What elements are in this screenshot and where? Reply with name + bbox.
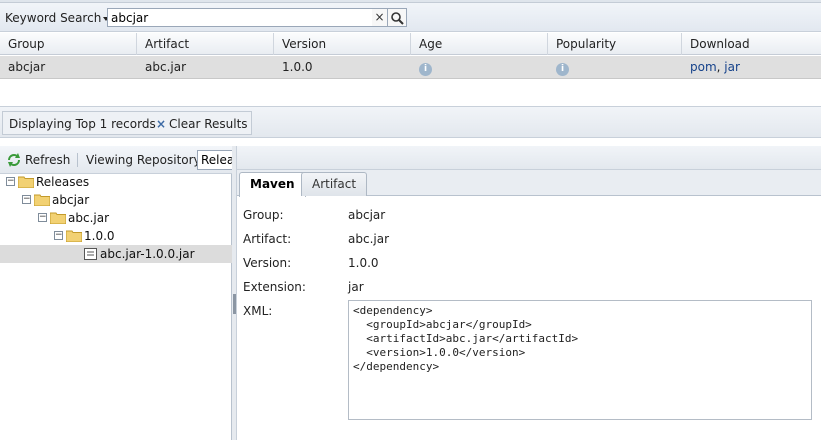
tree-node-label: abc.jar-1.0.0.jar [100,247,195,261]
cell-age: i [411,56,432,79]
info-icon[interactable]: i [419,63,432,76]
version-label: Version: [243,256,292,270]
table-row[interactable]: abcjar abc.jar 1.0.0 i i pom, jar [0,56,821,79]
close-icon: × [374,10,385,24]
detail-panel-header [237,146,821,170]
version-value: 1.0.0 [348,256,379,270]
tab-maven[interactable]: Maven [239,172,306,197]
column-header-popularity[interactable]: Popularity [548,33,682,55]
column-header-artifact[interactable]: Artifact [137,33,274,55]
column-header-group[interactable]: Group [0,33,137,55]
collapse-icon[interactable]: − [38,213,47,222]
tree-node-releases[interactable]: − Releases [0,173,232,191]
extension-value: jar [348,280,364,294]
detail-tab-strip: Maven Artifact [237,170,821,197]
folder-open-icon [66,230,82,242]
tree-node-label: abcjar [52,193,90,207]
tree-node-version[interactable]: − 1.0.0 [0,227,232,245]
info-icon[interactable]: i [556,63,569,76]
viewing-repository-label: Viewing Repository: [86,153,204,167]
tab-artifact[interactable]: Artifact [301,172,368,196]
search-mode-label: Keyword Search [5,11,102,25]
xml-label: XML: [243,304,273,318]
clear-search-button[interactable]: × [372,8,388,27]
results-count-text: Displaying Top 1 records [9,117,156,131]
tree-node-jar-file[interactable]: abc.jar-1.0.0.jar [0,245,232,263]
splitter-handle[interactable] [233,294,236,314]
refresh-icon[interactable] [6,152,22,168]
tree-node-abcjar[interactable]: − abcjar [0,191,232,209]
collapse-icon[interactable]: − [54,231,63,240]
search-mode-dropdown[interactable]: Keyword Search [5,10,110,26]
results-grid-header: Group Artifact Version Age Popularity Do… [0,33,821,55]
download-pom-link[interactable]: pom [690,60,717,74]
download-jar-link[interactable]: jar [724,60,740,74]
artifact-detail-panel: Maven Artifact Group: abcjar Artifact: a… [237,146,821,440]
results-status-bar: Displaying Top 1 records × Clear Results [0,106,821,138]
xml-dependency-textarea[interactable]: <dependency> <groupId>abcjar</groupId> <… [348,300,812,420]
tree-node-label: 1.0.0 [84,229,115,243]
artifact-label: Artifact: [243,232,292,246]
column-header-download[interactable]: Download [682,33,821,55]
folder-open-icon [18,176,34,188]
clear-results-icon[interactable]: × [156,117,166,131]
cell-popularity: i [548,56,569,79]
tree-node-abc-jar[interactable]: − abc.jar [0,209,232,227]
artifact-value: abc.jar [348,232,390,246]
group-value: abcjar [348,208,386,222]
status-box: Displaying Top 1 records × Clear Results [2,111,252,135]
folder-open-icon [34,194,50,206]
extension-label: Extension: [243,280,306,294]
column-header-version[interactable]: Version [274,33,411,55]
cell-download: pom, jar [682,56,740,79]
collapse-icon[interactable]: − [22,195,31,204]
group-label: Group: [243,208,284,222]
keyword-search-input[interactable] [107,8,373,27]
search-icon [391,12,404,25]
cell-group: abcjar [8,60,46,74]
cell-version: 1.0.0 [282,60,313,74]
file-icon [84,248,97,260]
collapse-icon[interactable]: − [6,177,15,186]
column-header-age[interactable]: Age [411,33,548,55]
tree-node-label: Releases [36,175,90,189]
top-strip [0,0,821,3]
repository-select[interactable]: Releases [197,150,237,170]
toolbar-divider [77,153,78,167]
repository-tree-panel: Refresh Viewing Repository: Releases − R… [0,146,237,440]
search-button[interactable] [388,8,407,27]
repository-toolbar: Refresh Viewing Repository: Releases [0,146,237,174]
cell-artifact: abc.jar [145,60,187,74]
refresh-button[interactable]: Refresh [25,152,70,168]
tree-node-label: abc.jar [68,211,110,225]
clear-results-button[interactable]: Clear Results [169,117,248,131]
folder-open-icon [50,212,66,224]
